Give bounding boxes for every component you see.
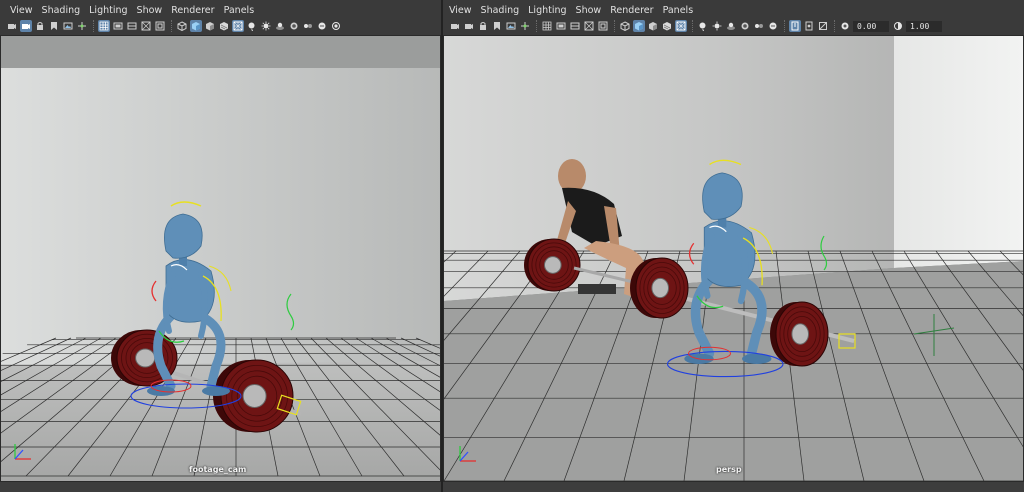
scene-persp — [444, 36, 1023, 481]
rig-head — [164, 213, 203, 259]
camera-name-label: footage_cam — [189, 465, 247, 474]
textured-icon[interactable] — [661, 20, 673, 32]
anti-aliasing-icon[interactable] — [288, 20, 300, 32]
menu-view[interactable]: View — [449, 5, 472, 16]
toolbar-separator — [834, 20, 836, 32]
anti-aliasing-icon[interactable] — [739, 20, 751, 32]
scene-footage-cam — [1, 36, 440, 481]
toolbar-separator — [614, 20, 616, 32]
plate-hub — [242, 383, 267, 409]
ambient-occlusion-icon[interactable] — [711, 20, 723, 32]
plate-hub — [135, 348, 156, 368]
menu-lighting[interactable]: Lighting — [89, 5, 127, 16]
color-manage-icon[interactable] — [839, 20, 851, 32]
viewport-panel-right: View Shading Lighting Show Renderer Pane… — [443, 0, 1024, 492]
camera-lock-icon[interactable] — [34, 20, 46, 32]
toolbar-separator — [171, 20, 173, 32]
wireframe-icon[interactable] — [619, 20, 631, 32]
menu-shading[interactable]: Shading — [42, 5, 81, 16]
viewport-footage-cam[interactable]: footage_cam — [0, 35, 441, 482]
move-camera-icon[interactable] — [519, 20, 531, 32]
default-material-icon[interactable] — [647, 20, 659, 32]
default-material-icon[interactable] — [204, 20, 216, 32]
camera-name-label: persp — [716, 465, 742, 474]
move-camera-icon[interactable] — [76, 20, 88, 32]
xray-joints-icon[interactable] — [803, 20, 815, 32]
toolbar-separator — [536, 20, 538, 32]
smooth-shade-icon[interactable] — [190, 20, 202, 32]
menu-panels[interactable]: Panels — [663, 5, 694, 16]
viewport-persp[interactable]: persp — [443, 35, 1024, 482]
resolution-gate-icon[interactable] — [126, 20, 138, 32]
camera-icon[interactable] — [449, 20, 461, 32]
plate-hub — [791, 323, 810, 345]
maya-viewports: View Shading Lighting Show Renderer Pane… — [0, 0, 1024, 492]
camera-select-icon[interactable] — [463, 20, 475, 32]
lights-icon[interactable] — [675, 20, 687, 32]
viewport-menubar-right: View Shading Lighting Show Renderer Pane… — [443, 3, 702, 18]
lights-icon[interactable] — [232, 20, 244, 32]
panel-bottom-strip — [443, 482, 1024, 492]
rig-head — [702, 172, 743, 220]
menu-show[interactable]: Show — [576, 5, 602, 16]
xray-icon[interactable] — [789, 20, 801, 32]
film-gate-icon[interactable] — [112, 20, 124, 32]
depth-of-field-icon[interactable] — [753, 20, 765, 32]
smooth-shade-icon[interactable] — [633, 20, 645, 32]
menu-shading[interactable]: Shading — [481, 5, 520, 16]
grid-icon[interactable] — [541, 20, 553, 32]
camera-select-icon[interactable] — [20, 20, 32, 32]
plate-hub — [543, 256, 562, 274]
camera-lock-icon[interactable] — [477, 20, 489, 32]
shadows-icon[interactable] — [697, 20, 709, 32]
gamma-icon[interactable] — [892, 20, 904, 32]
depth-of-field-icon[interactable] — [302, 20, 314, 32]
bookmark-icon[interactable] — [491, 20, 503, 32]
textured-icon[interactable] — [218, 20, 230, 32]
isolate-select-icon[interactable] — [767, 20, 779, 32]
wireframe-icon[interactable] — [176, 20, 188, 32]
viewport-toolbar-right: 0.00 1.00 — [443, 18, 1024, 34]
menu-lighting[interactable]: Lighting — [528, 5, 566, 16]
field-chart-icon[interactable] — [583, 20, 595, 32]
motion-blur-icon[interactable] — [274, 20, 286, 32]
toolbar-separator — [784, 20, 786, 32]
lifter-shoe — [578, 284, 616, 294]
menu-renderer[interactable]: Renderer — [171, 5, 214, 16]
xray-icon[interactable] — [330, 20, 342, 32]
plate-hub — [651, 277, 670, 299]
shadows-icon[interactable] — [246, 20, 258, 32]
ambient-occlusion-icon[interactable] — [260, 20, 272, 32]
image-plane-icon[interactable] — [62, 20, 74, 32]
panel-bottom-strip — [0, 482, 441, 492]
film-gate-icon[interactable] — [555, 20, 567, 32]
safe-action-icon[interactable] — [597, 20, 609, 32]
studio-wall — [1, 68, 440, 368]
gamma-field[interactable]: 1.00 — [906, 20, 942, 32]
isolate-select-icon[interactable] — [316, 20, 328, 32]
camera-icon[interactable] — [6, 20, 18, 32]
backface-icon[interactable] — [817, 20, 829, 32]
motion-blur-icon[interactable] — [725, 20, 737, 32]
bookmark-icon[interactable] — [48, 20, 60, 32]
viewport-panel-left: View Shading Lighting Show Renderer Pane… — [0, 0, 441, 492]
menu-renderer[interactable]: Renderer — [610, 5, 653, 16]
grid-icon[interactable] — [98, 20, 110, 32]
viewport-toolbar-left — [0, 18, 441, 34]
studio-wall-side — [894, 36, 1023, 268]
safe-action-icon[interactable] — [154, 20, 166, 32]
field-chart-icon[interactable] — [140, 20, 152, 32]
viewport-menubar-left: View Shading Lighting Show Renderer Pane… — [0, 3, 263, 18]
toolbar-separator — [93, 20, 95, 32]
menu-view[interactable]: View — [10, 5, 33, 16]
toolbar-separator — [692, 20, 694, 32]
exposure-field[interactable]: 0.00 — [853, 20, 889, 32]
resolution-gate-icon[interactable] — [569, 20, 581, 32]
menu-panels[interactable]: Panels — [224, 5, 255, 16]
menu-show[interactable]: Show — [137, 5, 163, 16]
image-plane-icon[interactable] — [505, 20, 517, 32]
